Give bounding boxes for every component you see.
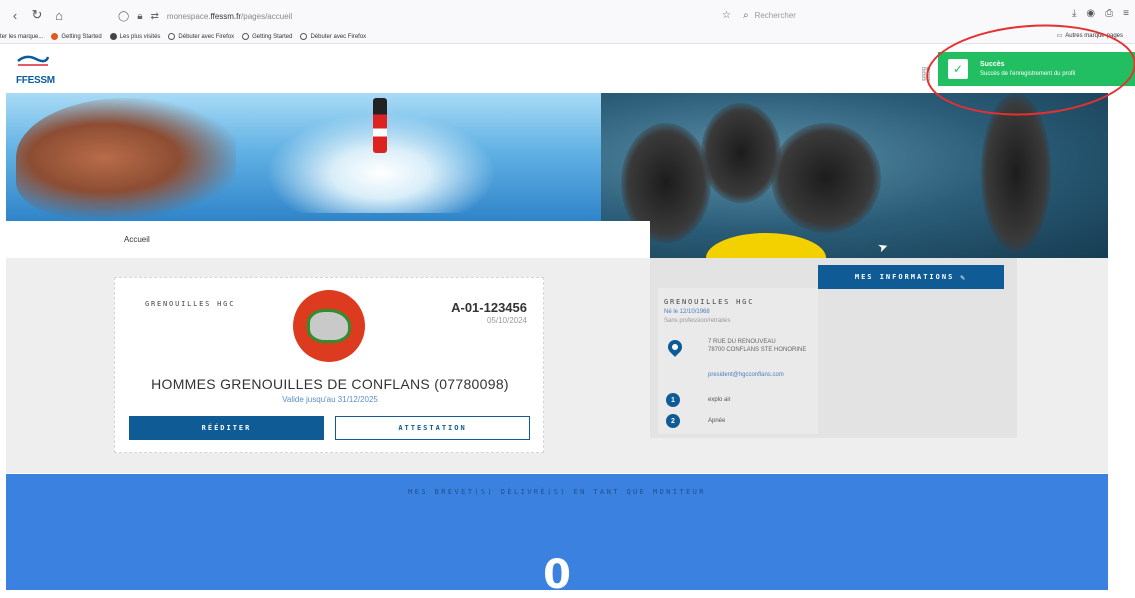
- bookmark-star-icon[interactable]: ☆: [722, 10, 731, 21]
- bookmark-item[interactable]: Getting Started: [242, 33, 292, 40]
- download-icon[interactable]: ⤓: [1072, 8, 1076, 19]
- specialty-label: Apnée: [708, 418, 726, 424]
- license-number: A-01-123456: [451, 300, 527, 315]
- logo-wave-icon: [17, 55, 50, 66]
- info-panel: MES INFORMATIONS ✎ GRENOUILLES HGC Né le…: [650, 258, 1017, 438]
- specialty-number: 1: [666, 393, 680, 407]
- firefox-icon: [51, 33, 59, 40]
- reload-icon[interactable]: ↻: [30, 7, 44, 23]
- frog-mascot-icon: [307, 309, 351, 343]
- bookmark-item[interactable]: ter les marque...: [0, 34, 43, 40]
- search-icon: ⌕: [742, 9, 749, 21]
- camera-diver-figure: [771, 123, 881, 233]
- bookmarks-bar: ter les marque... Getting Started Les pl…: [0, 30, 1135, 44]
- globe-icon: [300, 33, 308, 40]
- toast-message: Succès de l'enregistrement du profil: [980, 71, 1076, 77]
- shield-icon: ◯: [118, 10, 130, 22]
- ffessm-logo[interactable]: FFESSM: [16, 53, 56, 91]
- birth-date: Né le 12/10/1968: [664, 309, 710, 315]
- license-card: GRENOUILLES HGC A-01-123456 05/10/2024 H…: [114, 277, 544, 453]
- member-name: GRENOUILLES HGC: [664, 298, 755, 306]
- profession: Sans profession/retraités: [664, 318, 731, 324]
- monitor-certificates-section: MES BREVET(S) DÉLIVRÉ(S) EN TANT QUE MON…: [6, 474, 1108, 598]
- bookmark-item[interactable]: Getting Started: [51, 33, 102, 40]
- globe-icon: [168, 33, 176, 40]
- breadcrumb-home[interactable]: Accueil: [124, 235, 150, 244]
- club-short-name: GRENOUILLES HGC: [145, 300, 236, 308]
- address-line: 78700 CONFLANS STE HONORINE: [708, 347, 807, 353]
- validity-text: Valide jusqu'au 31/12/2025: [282, 395, 378, 404]
- pencil-icon: ✎: [960, 272, 968, 282]
- browser-toolbar: ‹ ↻ ⌂ ◯ 🔒︎ ⇄ monespace. ffessm.fr/pages/a…: [0, 0, 1135, 30]
- url-path: /pages/accueil: [241, 11, 293, 21]
- browser-actions: ⤓ ◉ ⎙ ≡: [1072, 8, 1129, 19]
- search-input[interactable]: ☆ ⌕ Rechercher: [722, 6, 982, 24]
- club-full-name: HOMMES GRENOUILLES DE CONFLANS (07780098…: [151, 376, 509, 392]
- address: 7 RUE DU RENOUVEAU 78700 CONFLANS STE HO…: [708, 338, 806, 354]
- certificates-count: 0: [543, 552, 571, 598]
- bookmark-item[interactable]: Les plus visités: [109, 33, 160, 40]
- other-bookmarks[interactable]: ▭ Autres marque-pages: [1056, 32, 1123, 40]
- url-prefix: monespace.: [166, 11, 211, 21]
- buoy: [373, 98, 387, 153]
- address-line: 7 RUE DU RENOUVEAU: [708, 339, 776, 345]
- apps-grid-icon[interactable]: [922, 67, 930, 81]
- specialty-label: explo air: [708, 397, 731, 403]
- folder-icon: ▭: [1056, 33, 1063, 39]
- menu-icon[interactable]: ≡: [1123, 8, 1129, 19]
- my-information-button[interactable]: MES INFORMATIONS ✎: [818, 265, 1004, 289]
- gear-icon: [109, 33, 117, 40]
- section-title: MES BREVET(S) DÉLIVRÉ(S) EN TANT QUE MON…: [408, 488, 706, 496]
- toast-title: Succès: [980, 61, 1005, 68]
- lock-icon: 🔒︎: [137, 10, 143, 22]
- diver-figure: [701, 103, 781, 203]
- page-margin: [1108, 45, 1135, 590]
- certificate-button[interactable]: ATTESTATION: [335, 416, 530, 440]
- bookmark-item[interactable]: Débuter avec Firefox: [168, 33, 234, 40]
- bookmark-item[interactable]: Débuter avec Firefox: [300, 33, 366, 40]
- reissue-button[interactable]: RÉÉDITER: [129, 416, 324, 440]
- license-date: 05/10/2024: [486, 316, 527, 325]
- search-placeholder: Rechercher: [754, 10, 796, 20]
- club-logo: [293, 290, 365, 362]
- check-icon: ✓: [948, 59, 968, 79]
- toast-body: Succès Succès de l'enregistrement du pro…: [980, 61, 1075, 77]
- freediver-figure: [981, 93, 1051, 253]
- home-icon[interactable]: ⌂: [52, 8, 66, 23]
- url-host: ffessm.fr: [210, 11, 242, 21]
- breadcrumb: Accueil: [6, 221, 650, 258]
- back-icon[interactable]: ‹: [8, 8, 22, 23]
- success-toast[interactable]: ✓ Succès Succès de l'enregistrement du p…: [938, 52, 1135, 86]
- extensions-icon[interactable]: ⎙: [1105, 8, 1113, 19]
- specialty-number: 2: [666, 414, 680, 428]
- email-link[interactable]: president@hgcconflans.com: [708, 372, 784, 378]
- permissions-icon: ⇄: [150, 10, 159, 22]
- my-information-label: MES INFORMATIONS: [854, 273, 955, 281]
- account-icon[interactable]: ◉: [1086, 8, 1095, 19]
- logo-text: FFESSM: [16, 75, 55, 86]
- swimming-photo: [6, 93, 606, 223]
- globe-icon: [242, 33, 250, 40]
- swimmer-figure: [16, 98, 236, 218]
- diving-photo: [601, 93, 1108, 258]
